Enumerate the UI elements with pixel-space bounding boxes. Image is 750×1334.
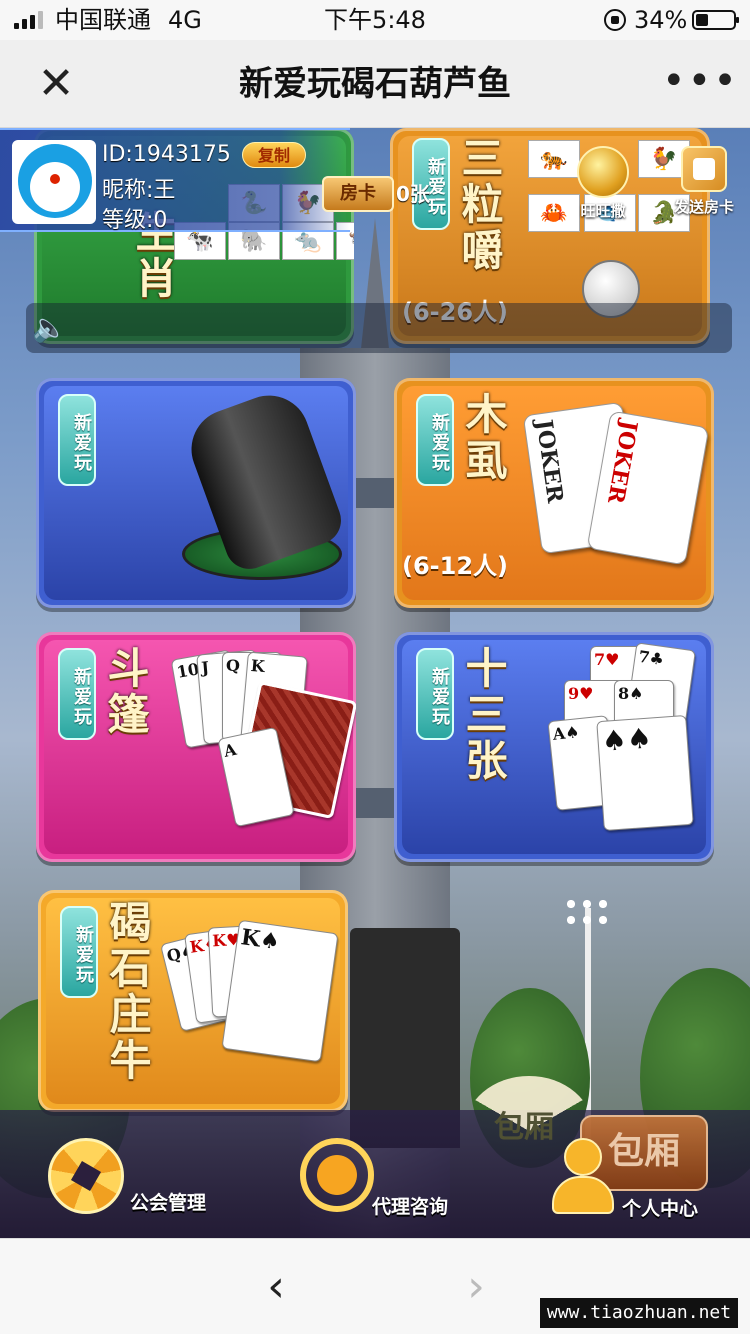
personal-label: 个人中心 — [622, 1198, 699, 1220]
user-id: ID:1943175 — [102, 142, 231, 167]
page-title: 新爱玩碣石葫芦鱼 — [239, 64, 511, 104]
new-badge: 新爱玩 — [416, 648, 454, 740]
game-title: 三粒嚼 — [455, 136, 504, 274]
aperture-icon — [48, 1138, 124, 1214]
send-card-button[interactable]: 发送房卡 — [662, 146, 746, 217]
headset-icon — [300, 1138, 374, 1212]
forward-icon[interactable]: › — [456, 1261, 496, 1313]
battery-percent: 34% — [634, 6, 688, 34]
player-range: (6-12人) — [402, 552, 508, 580]
game-card-shisanzhang[interactable]: 新爱玩 十三张 7♥ 7♣ 9♥ 8♠ A♠ ♠♠ — [394, 632, 714, 862]
guild-management-button[interactable]: 公会管理 — [48, 1138, 218, 1218]
recharge-button[interactable]: 旺旺撒 — [568, 146, 638, 221]
recharge-label: 旺旺撒 — [580, 202, 626, 220]
status-bar: 中国联通 4G 下午5:48 34% — [0, 0, 750, 40]
copy-button[interactable]: 复制 — [242, 142, 306, 168]
playing-card: ♠♠ — [596, 714, 694, 832]
game-title: 木虱 — [459, 392, 508, 484]
dice-icon — [681, 146, 727, 192]
avatar[interactable] — [12, 140, 96, 224]
game-title: 十三张 — [459, 646, 508, 784]
playing-card: K♠ — [221, 919, 339, 1063]
user-icon — [548, 1138, 614, 1214]
game-card-doupeng[interactable]: 新爱玩 斗篷 10 J Q K A — [36, 632, 356, 862]
nav-bar: 新爱玩碣石葫芦鱼 ✕ ••• — [0, 40, 750, 128]
gold-coin-icon — [577, 146, 629, 198]
announcement-bar: 🔈 — [26, 303, 732, 353]
new-badge: 新爱玩 — [58, 648, 96, 740]
room-card-count: 0张 — [396, 182, 430, 206]
game-card-dice[interactable]: 新爱玩 — [36, 378, 356, 608]
agent-label: 代理咨询 — [372, 1196, 449, 1218]
profile-panel: ID:1943175 复制 昵称:王 等级:0 — [0, 128, 350, 233]
close-icon[interactable]: ✕ — [28, 56, 84, 112]
room-card-badge[interactable]: 房卡 — [322, 176, 394, 212]
battery-icon — [692, 10, 739, 30]
new-badge: 新爱玩 — [58, 394, 96, 486]
game-title: 斗篷 — [101, 646, 150, 738]
watermark: www.tiaozhuan.net — [540, 1298, 738, 1328]
send-card-label: 发送房卡 — [673, 198, 734, 216]
game-title: 碣石庄牛 — [103, 900, 152, 1084]
guild-label: 公会管理 — [130, 1192, 207, 1214]
speaker-icon[interactable]: 🔈 — [32, 311, 72, 345]
back-icon[interactable]: ‹ — [256, 1261, 296, 1313]
new-badge: 新爱玩 — [416, 394, 454, 486]
rotation-lock-icon — [604, 9, 626, 31]
new-badge: 新爱玩 — [60, 906, 98, 998]
more-icon[interactable]: ••• — [662, 56, 737, 112]
user-nickname: 昵称:王 — [102, 178, 176, 203]
game-card-jieshizhuangniu[interactable]: 新爱玩 碣石庄牛 Q♠ K♦ K♥ K♠ — [38, 890, 348, 1112]
game-card-mushi[interactable]: 新爱玩 木虱 (6-12人) JOKER JOKER — [394, 378, 714, 608]
user-level: 等级:0 — [102, 208, 168, 233]
agent-consult-button[interactable]: 代理咨询 — [300, 1138, 460, 1218]
personal-center-button[interactable]: 个人中心 — [548, 1138, 708, 1220]
